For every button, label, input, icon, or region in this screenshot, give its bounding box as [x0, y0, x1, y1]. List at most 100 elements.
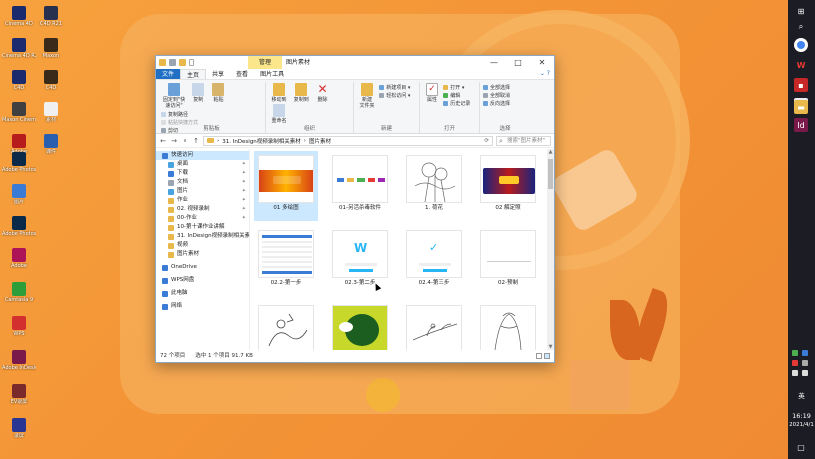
new-folder-button[interactable]: 新建 文件夹 [357, 83, 377, 109]
desktop-icon[interactable]: C4D [2, 70, 36, 91]
chevron-down-icon[interactable] [189, 59, 194, 66]
desktop-icon[interactable]: Camtasia 9 [2, 282, 36, 303]
move-to-button[interactable]: 移动到 [269, 83, 289, 103]
nav-item[interactable]: 图片素材 [156, 250, 249, 259]
tab-home[interactable]: 主页 [180, 69, 207, 79]
desktop-icon[interactable]: EV录屏 [2, 384, 36, 405]
history-button[interactable]: 历史记录 [443, 100, 470, 108]
search-icon[interactable]: ⌕ [794, 20, 808, 34]
select-none-button[interactable]: 全部取消 [483, 92, 510, 100]
clock-date[interactable]: 2021/4/1 [788, 421, 815, 429]
nav-item[interactable]: 下载 ✦ [156, 169, 249, 178]
breadcrumb-item[interactable]: 31. InDesign视频录制相关素材 [222, 137, 301, 145]
desktop-icon[interactable]: 课件 [34, 134, 68, 155]
nav-item[interactable]: 31. InDesign视频录制相关素材 [156, 232, 249, 241]
scrollbar-thumb[interactable] [548, 159, 553, 189]
nav-item[interactable]: 02. 视频录制 ✦ [156, 205, 249, 214]
delete-button[interactable]: ✕ 删除 [313, 83, 331, 104]
tab-file[interactable]: 文件 [156, 69, 181, 79]
context-tab-manage[interactable]: 管理 [248, 56, 282, 69]
back-button[interactable]: ← [159, 137, 167, 145]
nav-item[interactable]: 桌面 ✦ [156, 160, 249, 169]
breadcrumb-item[interactable]: 图片素材 [309, 137, 331, 145]
desktop-icon[interactable]: Cinema 4D R21 [2, 38, 36, 59]
file-tile[interactable]: 2.1.1-白描 [402, 301, 466, 350]
file-tile[interactable]: 2. 示意图 [254, 301, 318, 350]
tray-icon[interactable] [802, 350, 808, 356]
nav-item[interactable]: 视频 [156, 241, 249, 250]
up-button[interactable]: ↑ [192, 137, 200, 145]
network-icon[interactable] [792, 370, 798, 376]
tab-picture-tools[interactable]: 图片工具 [254, 69, 290, 79]
properties-icon[interactable] [169, 59, 176, 66]
open-button[interactable]: 打开 ▾ [443, 84, 470, 92]
select-all-button[interactable]: 全部选择 [483, 84, 510, 92]
title-bar[interactable]: 管理 图片素材 — □ ✕ [156, 56, 554, 69]
desktop-icon[interactable]: Maxon [34, 38, 68, 59]
file-tile[interactable]: 01 多绘图 [254, 151, 318, 221]
desktop-icon[interactable]: Maxon Cinema [2, 102, 36, 123]
address-bar[interactable]: › 31. InDesign视频录制相关素材 › 图片素材 ⟳ [203, 135, 493, 146]
pin-quick-access-button[interactable]: 固定到"快速访问" [161, 83, 187, 109]
wps-icon[interactable]: W [794, 58, 808, 72]
file-tile[interactable]: 1. 荷花 [402, 151, 466, 221]
large-icons-view-icon[interactable] [544, 353, 550, 359]
maximize-button[interactable]: □ [506, 56, 530, 69]
edit-button[interactable]: 编辑 [443, 92, 470, 100]
easy-access-button[interactable]: 轻松访问 ▾ [379, 92, 410, 100]
clock-time[interactable]: 16:19 [788, 412, 815, 420]
nav-item[interactable]: 网络 [156, 302, 249, 311]
rename-button[interactable]: 重命名 [269, 104, 289, 124]
file-tile[interactable]: 02.2-第一步 [254, 226, 318, 296]
nav-item[interactable]: 作业 ✦ [156, 196, 249, 205]
desktop-icon[interactable]: Adobe Photoshop [2, 152, 36, 173]
file-tile[interactable]: 01-另活杀毒软件 [328, 151, 392, 221]
desktop-icon[interactable]: Adobe InDesign [2, 350, 36, 371]
tray-icon[interactable] [792, 360, 798, 366]
tray-icon[interactable] [802, 360, 808, 366]
properties-button[interactable]: ✓ 属性 [423, 83, 441, 103]
copy-to-button[interactable]: 复制到 [291, 83, 311, 103]
desktop-icon[interactable]: Adobe [2, 248, 36, 269]
file-tile[interactable]: 2.1-绿色线框 [328, 301, 392, 350]
copy-button[interactable]: 复制 [189, 83, 207, 103]
close-button[interactable]: ✕ [530, 56, 554, 69]
chrome-icon[interactable] [794, 38, 808, 52]
nav-item[interactable]: 00-作业 ✦ [156, 214, 249, 223]
file-tile[interactable]: 02 解定照 [476, 151, 540, 221]
new-folder-icon[interactable] [179, 59, 186, 66]
desktop-icon[interactable]: C4D [34, 70, 68, 91]
scrollbar[interactable]: ▲ ▼ [547, 149, 554, 350]
desktop-icon[interactable]: Adobe Photoshop [2, 216, 36, 237]
volume-icon[interactable] [802, 370, 808, 376]
nav-item[interactable]: 10-第十课作业讲解 [156, 223, 249, 232]
desktop-icon[interactable]: 图片 [2, 184, 36, 205]
desktop-icon[interactable]: WPS [2, 316, 36, 337]
recent-locations-button[interactable]: ∨ [181, 138, 189, 144]
tab-view[interactable]: 查看 [230, 69, 254, 79]
file-tile[interactable]: 2.1.2-白描 [476, 301, 540, 350]
tab-share[interactable]: 共享 [206, 69, 230, 79]
file-tile[interactable]: 02-预制 [476, 226, 540, 296]
desktop-icon[interactable]: Cinema 4D [2, 6, 36, 27]
paste-button[interactable]: 粘贴 [209, 83, 227, 103]
nav-item[interactable]: 图片 ✦ [156, 187, 249, 196]
file-tile[interactable]: W 02.3-第二步 [328, 226, 392, 296]
tray-icon[interactable] [792, 350, 798, 356]
file-tile[interactable]: ✓ 02.4-第三步 [402, 226, 466, 296]
forward-button[interactable]: → [170, 137, 178, 145]
desktop-icon[interactable]: 录屏 [2, 418, 36, 439]
nav-item[interactable]: WPS网盘 [156, 276, 249, 285]
new-item-button[interactable]: 新建项目 ▾ [379, 84, 410, 92]
app-icon[interactable]: ▪ [794, 78, 808, 92]
nav-item[interactable]: OneDrive [156, 263, 249, 272]
desktop-icon[interactable]: C4D R21 [34, 6, 68, 27]
desktop-icon[interactable]: 素材 [34, 102, 68, 123]
start-button[interactable]: ⊞ [794, 4, 808, 18]
search-input[interactable]: ⌕ 搜索"图片素材" [496, 135, 551, 146]
minimize-button[interactable]: — [482, 56, 506, 69]
invert-selection-button[interactable]: 反向选择 [483, 100, 510, 108]
nav-item[interactable]: 快速访问 [156, 151, 249, 160]
indesign-icon[interactable]: Id [794, 118, 808, 132]
refresh-icon[interactable]: ⟳ [484, 138, 492, 144]
